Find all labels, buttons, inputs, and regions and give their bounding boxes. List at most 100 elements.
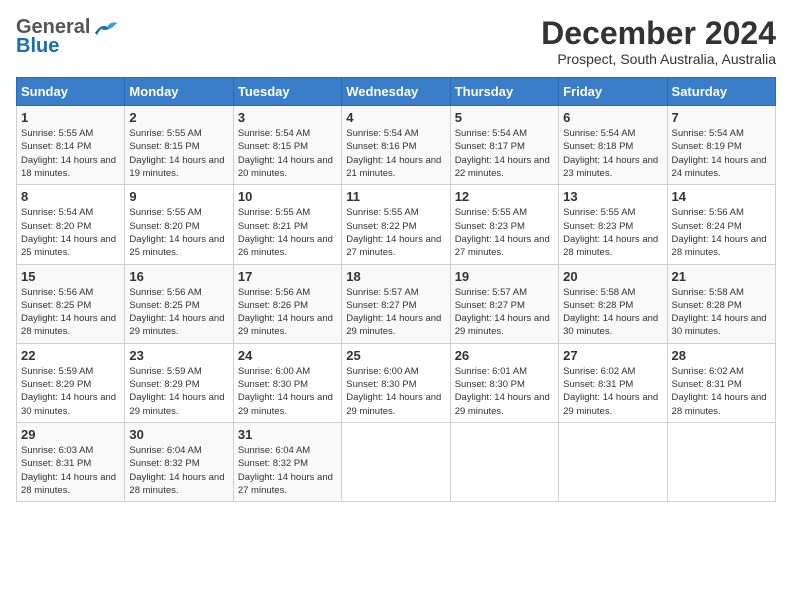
calendar-day-cell: 9 Sunrise: 5:55 AMSunset: 8:20 PMDaylight…: [125, 185, 233, 264]
day-info: Sunrise: 5:55 AMSunset: 8:22 PMDaylight:…: [346, 206, 445, 259]
calendar-day-cell: 6 Sunrise: 5:54 AMSunset: 8:18 PMDaylight…: [559, 106, 667, 185]
logo-bird-icon: [93, 19, 119, 37]
day-info: Sunrise: 5:54 AMSunset: 8:19 PMDaylight:…: [672, 127, 771, 180]
calendar-table: SundayMondayTuesdayWednesdayThursdayFrid…: [16, 77, 776, 502]
day-number: 21: [672, 269, 771, 284]
calendar-day-cell: 4Sunrise: 5:54 AMSunset: 8:16 PMDaylight…: [342, 106, 450, 185]
day-number: 31: [238, 427, 337, 442]
calendar-day-cell: 28Sunrise: 6:02 AMSunset: 8:31 PMDayligh…: [667, 343, 775, 422]
calendar-day-cell: 5 Sunrise: 5:54 AMSunset: 8:17 PMDaylight…: [450, 106, 558, 185]
day-number: 19: [455, 269, 554, 284]
day-number: 26: [455, 348, 554, 363]
day-info: Sunrise: 6:02 AMSunset: 8:31 PMDaylight:…: [672, 365, 771, 418]
calendar-day-cell: 19 Sunrise: 5:57 AMSunset: 8:27 PMDayligh…: [450, 264, 558, 343]
day-number: 10: [238, 189, 337, 204]
calendar-day-cell: 11 Sunrise: 5:55 AMSunset: 8:22 PMDayligh…: [342, 185, 450, 264]
day-number: 12: [455, 189, 554, 204]
day-number: 11: [346, 189, 445, 204]
day-number: 3: [238, 110, 337, 125]
calendar-day-cell: 3 Sunrise: 5:54 AMSunset: 8:15 PMDaylight…: [233, 106, 341, 185]
day-number: 9: [129, 189, 228, 204]
calendar-day-cell: 7 Sunrise: 5:54 AMSunset: 8:19 PMDaylight…: [667, 106, 775, 185]
day-number: 5: [455, 110, 554, 125]
weekday-header-sunday: Sunday: [17, 78, 125, 106]
day-info: Sunrise: 5:54 AMSunset: 8:20 PMDaylight:…: [21, 206, 120, 259]
calendar-week-row: 1Sunrise: 5:55 AMSunset: 8:14 PMDaylight…: [17, 106, 776, 185]
day-info: Sunrise: 5:55 AMSunset: 8:21 PMDaylight:…: [238, 206, 337, 259]
day-info: Sunrise: 5:54 AMSunset: 8:18 PMDaylight:…: [563, 127, 662, 180]
day-info: Sunrise: 5:55 AMSunset: 8:20 PMDaylight:…: [129, 206, 228, 259]
calendar-week-row: 8 Sunrise: 5:54 AMSunset: 8:20 PMDaylight…: [17, 185, 776, 264]
weekday-header-thursday: Thursday: [450, 78, 558, 106]
day-info: Sunrise: 5:55 AMSunset: 8:23 PMDaylight:…: [455, 206, 554, 259]
calendar-day-cell: 29 Sunrise: 6:03 AMSunset: 8:31 PMDayligh…: [17, 422, 125, 501]
calendar-day-cell: 24 Sunrise: 6:00 AMSunset: 8:30 PMDayligh…: [233, 343, 341, 422]
calendar-day-cell: 23 Sunrise: 5:59 AMSunset: 8:29 PMDayligh…: [125, 343, 233, 422]
day-number: 2: [129, 110, 228, 125]
day-info: Sunrise: 5:58 AMSunset: 8:28 PMDaylight:…: [563, 286, 662, 339]
day-number: 17: [238, 269, 337, 284]
calendar-day-cell: 31Sunrise: 6:04 AMSunset: 8:32 PMDayligh…: [233, 422, 341, 501]
calendar-week-row: 22 Sunrise: 5:59 AMSunset: 8:29 PMDayligh…: [17, 343, 776, 422]
calendar-day-cell: 25 Sunrise: 6:00 AMSunset: 8:30 PMDayligh…: [342, 343, 450, 422]
calendar-day-cell: 20Sunrise: 5:58 AMSunset: 8:28 PMDayligh…: [559, 264, 667, 343]
day-info: Sunrise: 5:55 AMSunset: 8:15 PMDaylight:…: [129, 127, 228, 180]
day-number: 15: [21, 269, 120, 284]
day-info: Sunrise: 6:02 AMSunset: 8:31 PMDaylight:…: [563, 365, 662, 418]
day-number: 22: [21, 348, 120, 363]
calendar-day-cell: 22 Sunrise: 5:59 AMSunset: 8:29 PMDayligh…: [17, 343, 125, 422]
calendar-day-cell: 21 Sunrise: 5:58 AMSunset: 8:28 PMDayligh…: [667, 264, 775, 343]
empty-cell: [559, 422, 667, 501]
day-number: 14: [672, 189, 771, 204]
empty-cell: [667, 422, 775, 501]
weekday-header-tuesday: Tuesday: [233, 78, 341, 106]
calendar-day-cell: 2 Sunrise: 5:55 AMSunset: 8:15 PMDaylight…: [125, 106, 233, 185]
weekday-header-wednesday: Wednesday: [342, 78, 450, 106]
month-title: December 2024: [541, 16, 776, 51]
day-info: Sunrise: 5:58 AMSunset: 8:28 PMDaylight:…: [672, 286, 771, 339]
calendar-header: SundayMondayTuesdayWednesdayThursdayFrid…: [17, 78, 776, 106]
day-number: 23: [129, 348, 228, 363]
day-number: 6: [563, 110, 662, 125]
calendar-day-cell: 1Sunrise: 5:55 AMSunset: 8:14 PMDaylight…: [17, 106, 125, 185]
day-number: 29: [21, 427, 120, 442]
day-number: 24: [238, 348, 337, 363]
day-info: Sunrise: 5:57 AMSunset: 8:27 PMDaylight:…: [346, 286, 445, 339]
calendar-day-cell: 8 Sunrise: 5:54 AMSunset: 8:20 PMDaylight…: [17, 185, 125, 264]
calendar-day-cell: 17Sunrise: 5:56 AMSunset: 8:26 PMDayligh…: [233, 264, 341, 343]
subtitle: Prospect, South Australia, Australia: [541, 51, 776, 67]
calendar-day-cell: 26Sunrise: 6:01 AMSunset: 8:30 PMDayligh…: [450, 343, 558, 422]
calendar-day-cell: 13Sunrise: 5:55 AMSunset: 8:23 PMDayligh…: [559, 185, 667, 264]
day-info: Sunrise: 6:00 AMSunset: 8:30 PMDaylight:…: [346, 365, 445, 418]
empty-cell: [342, 422, 450, 501]
day-number: 27: [563, 348, 662, 363]
day-info: Sunrise: 5:55 AMSunset: 8:14 PMDaylight:…: [21, 127, 120, 180]
calendar-week-row: 15Sunrise: 5:56 AMSunset: 8:25 PMDayligh…: [17, 264, 776, 343]
day-info: Sunrise: 5:59 AMSunset: 8:29 PMDaylight:…: [21, 365, 120, 418]
calendar-week-row: 29 Sunrise: 6:03 AMSunset: 8:31 PMDayligh…: [17, 422, 776, 501]
empty-cell: [450, 422, 558, 501]
day-info: Sunrise: 6:03 AMSunset: 8:31 PMDaylight:…: [21, 444, 120, 497]
day-info: Sunrise: 5:54 AMSunset: 8:17 PMDaylight:…: [455, 127, 554, 180]
day-info: Sunrise: 5:54 AMSunset: 8:15 PMDaylight:…: [238, 127, 337, 180]
calendar-day-cell: 14 Sunrise: 5:56 AMSunset: 8:24 PMDayligh…: [667, 185, 775, 264]
day-number: 25: [346, 348, 445, 363]
logo: General Blue: [16, 16, 119, 58]
calendar-day-cell: 27 Sunrise: 6:02 AMSunset: 8:31 PMDayligh…: [559, 343, 667, 422]
weekday-header-monday: Monday: [125, 78, 233, 106]
day-info: Sunrise: 5:54 AMSunset: 8:16 PMDaylight:…: [346, 127, 445, 180]
weekday-header-saturday: Saturday: [667, 78, 775, 106]
day-number: 8: [21, 189, 120, 204]
calendar-day-cell: 16Sunrise: 5:56 AMSunset: 8:25 PMDayligh…: [125, 264, 233, 343]
day-info: Sunrise: 5:55 AMSunset: 8:23 PMDaylight:…: [563, 206, 662, 259]
weekday-header-row: SundayMondayTuesdayWednesdayThursdayFrid…: [17, 78, 776, 106]
page-header: General Blue December 2024 Prospect, Sou…: [16, 16, 776, 67]
day-info: Sunrise: 5:59 AMSunset: 8:29 PMDaylight:…: [129, 365, 228, 418]
calendar-day-cell: 30Sunrise: 6:04 AMSunset: 8:32 PMDayligh…: [125, 422, 233, 501]
calendar-day-cell: 15Sunrise: 5:56 AMSunset: 8:25 PMDayligh…: [17, 264, 125, 343]
day-number: 7: [672, 110, 771, 125]
calendar-body: 1Sunrise: 5:55 AMSunset: 8:14 PMDaylight…: [17, 106, 776, 502]
day-info: Sunrise: 5:57 AMSunset: 8:27 PMDaylight:…: [455, 286, 554, 339]
day-info: Sunrise: 6:00 AMSunset: 8:30 PMDaylight:…: [238, 365, 337, 418]
day-info: Sunrise: 5:56 AMSunset: 8:24 PMDaylight:…: [672, 206, 771, 259]
